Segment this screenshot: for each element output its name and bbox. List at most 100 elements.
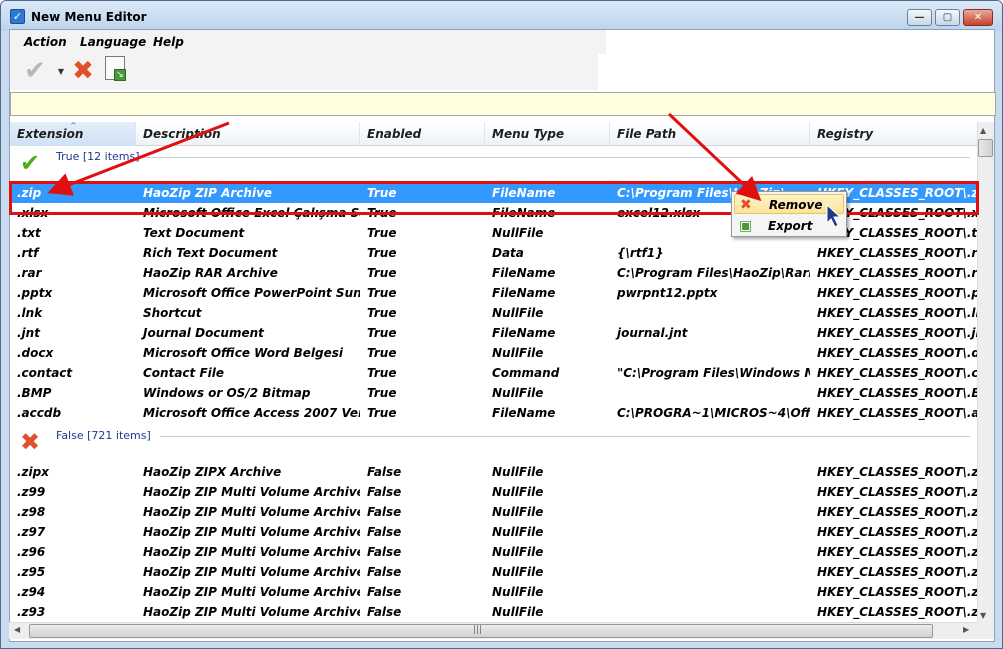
table-cell: False: [367, 585, 402, 599]
table-row[interactable]: .contact Contact File True Command "C:\Progr…: [10, 363, 980, 383]
table-cell: {\rtf1}: [617, 246, 664, 260]
context-remove-label: Remove: [769, 198, 823, 212]
menu-language[interactable]: Language: [80, 35, 146, 49]
minimize-button[interactable]: —: [907, 9, 932, 26]
window-title: New Menu Editor: [31, 10, 147, 24]
table-cell: HKEY_CLASSES_ROOT\.BMP: [817, 386, 980, 400]
scroll-grip-icon: |||: [473, 625, 483, 635]
table-cell: .contact: [17, 366, 73, 380]
table-cell: NullFile: [492, 505, 544, 519]
table-cell: .docx: [17, 346, 54, 360]
table-cell: [610, 582, 810, 602]
table-cell: .z97: [17, 525, 46, 539]
table-cell: .pptx: [17, 286, 53, 300]
table-cell: [610, 383, 810, 403]
table-cell: True: [367, 266, 397, 280]
table-row[interactable]: .rtf Rich Text Document True Data {\rtf1} HKE…: [10, 243, 980, 263]
context-export[interactable]: ▣ Export: [734, 216, 844, 236]
table-cell: NullFile: [492, 545, 544, 559]
remove-x-icon[interactable]: ✖: [68, 57, 98, 87]
table-row[interactable]: .BMP Windows or OS/2 Bitmap True NullFile HK…: [10, 383, 980, 403]
scroll-down-icon[interactable]: ▼: [980, 611, 986, 620]
table-row[interactable]: .z93 HaoZip ZIP Multi Volume Archive False…: [10, 602, 980, 622]
maximize-button[interactable]: ▢: [935, 9, 960, 26]
table-cell: [610, 303, 810, 323]
table-cell: pwrpnt12.pptx: [617, 286, 718, 300]
scroll-left-icon[interactable]: ◀: [14, 625, 20, 634]
table-cell: True: [367, 366, 397, 380]
table-row[interactable]: .zipx HaoZip ZIPX Archive False NullFile HKE…: [10, 462, 980, 482]
table-row[interactable]: .rar HaoZip RAR Archive True FileName C:\Pro…: [10, 263, 980, 283]
column-file-path[interactable]: File Path: [610, 122, 810, 146]
table-cell: HaoZip ZIP Multi Volume Archive: [143, 485, 360, 499]
table-cell: .z99: [17, 485, 46, 499]
green-check-icon: ✔: [20, 149, 41, 177]
column-extension[interactable]: Extension ^: [10, 122, 136, 146]
app-check-icon: ✓: [10, 9, 25, 24]
table-cell: HKEY_CLASSES_ROOT\.z97: [817, 525, 980, 539]
table-cell: C:\PROGRA~1\MICROS~4\Offi...: [617, 406, 810, 420]
table-row[interactable]: .z96 HaoZip ZIP Multi Volume Archive False…: [10, 542, 980, 562]
column-registry[interactable]: Registry: [810, 122, 980, 146]
table-cell: HaoZip ZIP Multi Volume Archive: [143, 605, 360, 619]
table-row[interactable]: .z98 HaoZip ZIP Multi Volume Archive False…: [10, 502, 980, 522]
table-cell: HKEY_CLASSES_ROOT\.z96: [817, 545, 980, 559]
table-cell: C:\Program Files\HaoZip\RarN...: [617, 266, 810, 280]
table-row[interactable]: .lnk Shortcut True NullFile HKEY_CLASSES_ROO…: [10, 303, 980, 323]
table-row[interactable]: .z95 HaoZip ZIP Multi Volume Archive False…: [10, 562, 980, 582]
table-cell: .BMP: [17, 386, 52, 400]
table-row[interactable]: .z99 HaoZip ZIP Multi Volume Archive False…: [10, 482, 980, 502]
vertical-scroll-thumb[interactable]: [978, 139, 993, 157]
table-cell: False: [367, 565, 402, 579]
table-cell: .txt: [17, 226, 41, 240]
group-false[interactable]: ✖ False [721 items]: [10, 427, 980, 457]
table-cell: Microsoft Office Excel Çalışma Sayf...: [143, 206, 360, 220]
table-cell: HKEY_CLASSES_ROOT\.jnt\jntfi: [817, 326, 980, 340]
table-cell: True: [367, 306, 397, 320]
column-description[interactable]: Description: [136, 122, 360, 146]
table-cell: journal.jnt: [617, 326, 688, 340]
table-row[interactable]: .pptx Microsoft Office PowerPoint Sunusu T…: [10, 283, 980, 303]
column-menu-type[interactable]: Menu Type: [485, 122, 610, 146]
menu-help[interactable]: Help: [153, 35, 184, 49]
scroll-right-icon[interactable]: ▶: [963, 625, 969, 634]
group-divider: [140, 157, 970, 158]
table-cell: FileName: [492, 206, 556, 220]
table-cell: .rar: [17, 266, 42, 280]
group-true[interactable]: ✔ True [12 items]: [10, 148, 980, 178]
table-cell: Text Document: [143, 226, 245, 240]
table-row[interactable]: .jnt Journal Document True FileName journal.…: [10, 323, 980, 343]
table-cell: [610, 602, 810, 622]
table-cell: HKEY_CLASSES_ROOT\.contact: [817, 366, 980, 380]
table-row[interactable]: .docx Microsoft Office Word Belgesi True Nu…: [10, 343, 980, 363]
dropdown-arrow-icon[interactable]: ▼: [56, 57, 66, 87]
table-cell: FileName: [492, 186, 556, 200]
vertical-scrollbar[interactable]: [977, 122, 994, 622]
table-cell: .z98: [17, 505, 46, 519]
app-window: ✓ New Menu Editor — ▢ ✕ Action Language …: [0, 0, 1003, 649]
table-cell: True: [367, 186, 397, 200]
table-cell: .zip: [17, 186, 42, 200]
table-cell: NullFile: [492, 226, 544, 240]
menu-action[interactable]: Action: [24, 35, 67, 49]
table-cell: NullFile: [492, 585, 544, 599]
red-x-icon: ✖: [20, 428, 41, 456]
group-divider: [160, 436, 970, 437]
table-cell: .z96: [17, 545, 46, 559]
check-icon[interactable]: ✔: [20, 57, 50, 87]
table-cell: HaoZip ZIP Multi Volume Archive: [143, 565, 360, 579]
table-row[interactable]: .z94 HaoZip ZIP Multi Volume Archive False…: [10, 582, 980, 602]
table-cell: HKEY_CLASSES_ROOT\.z99: [817, 485, 980, 499]
group-label: False [721 items]: [56, 429, 151, 442]
close-button[interactable]: ✕: [963, 9, 993, 26]
table-cell: True: [367, 226, 397, 240]
table-cell: "C:\Program Files\Windows Ma...: [617, 366, 810, 380]
column-enabled[interactable]: Enabled: [360, 122, 485, 146]
context-remove[interactable]: ✖ Remove: [734, 194, 844, 214]
scroll-up-icon[interactable]: ▲: [980, 126, 986, 135]
table-row[interactable]: .accdb Microsoft Office Access 2007 Verit…: [10, 403, 980, 423]
export-icon: ▣: [739, 218, 753, 234]
table-row[interactable]: .z97 HaoZip ZIP Multi Volume Archive False…: [10, 522, 980, 542]
export-icon[interactable]: ↘: [105, 56, 126, 81]
search-input[interactable]: [10, 92, 996, 116]
